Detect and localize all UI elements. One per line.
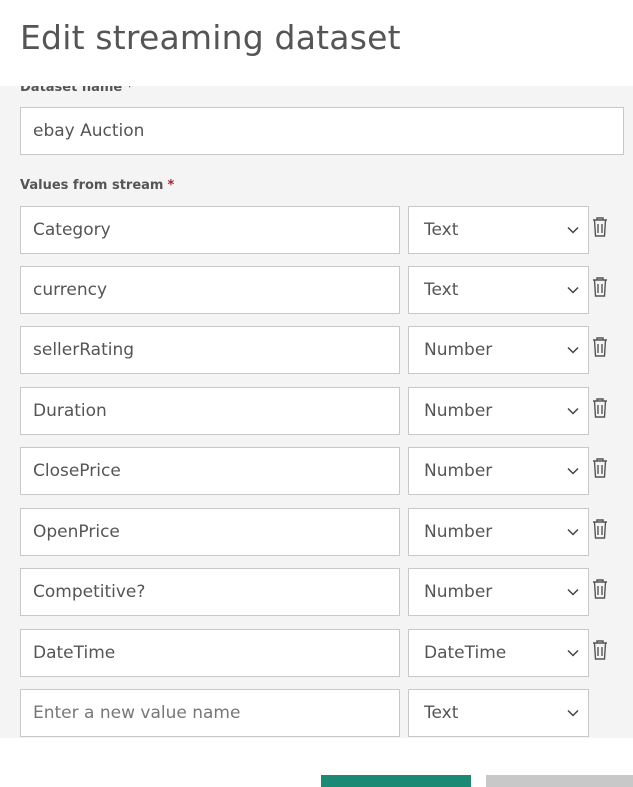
value-name-input[interactable] <box>20 629 400 677</box>
value-type-text: Text <box>424 280 459 300</box>
chevron-down-icon <box>567 286 579 294</box>
value-type-select[interactable]: Number <box>408 326 589 374</box>
dialog-header: Edit streaming dataset <box>0 0 633 86</box>
value-type-select[interactable]: Number <box>408 387 589 435</box>
trash-icon[interactable] <box>591 276 609 298</box>
dataset-name-input[interactable] <box>20 107 624 155</box>
chevron-down-icon <box>567 226 579 234</box>
trash-icon[interactable] <box>591 518 609 540</box>
value-row: Number <box>0 508 633 556</box>
value-name-input[interactable] <box>20 387 400 435</box>
value-type-select[interactable]: Number <box>408 508 589 556</box>
value-type-text: Number <box>424 582 493 602</box>
value-type-text: Text <box>424 220 459 240</box>
value-row: Number <box>0 387 633 435</box>
done-button[interactable] <box>321 775 471 787</box>
chevron-down-icon <box>567 588 579 596</box>
chevron-down-icon <box>567 649 579 657</box>
value-type-select[interactable]: Text <box>408 266 589 314</box>
trash-icon[interactable] <box>591 639 609 661</box>
value-row: DateTime <box>0 629 633 677</box>
value-type-text: Text <box>424 703 459 723</box>
value-type-text: Number <box>424 401 493 421</box>
value-row: Number <box>0 447 633 495</box>
value-type-text: Number <box>424 461 493 481</box>
trash-icon[interactable] <box>591 397 609 419</box>
value-type-text: DateTime <box>424 643 507 663</box>
dataset-name-label: Dataset name * <box>20 86 133 95</box>
new-value-row: Text <box>0 689 633 737</box>
trash-icon[interactable] <box>591 578 609 600</box>
values-label-text: Values from stream <box>20 178 164 193</box>
value-row: Number <box>0 568 633 616</box>
value-type-select[interactable]: DateTime <box>408 629 589 677</box>
required-marker: * <box>126 86 134 95</box>
trash-icon[interactable] <box>591 336 609 358</box>
chevron-down-icon <box>567 467 579 475</box>
required-marker: * <box>167 178 175 193</box>
form-body[interactable]: Dataset name* Values from stream* Text T… <box>0 86 633 738</box>
trash-icon[interactable] <box>591 216 609 238</box>
chevron-down-icon <box>567 709 579 717</box>
value-type-text: Number <box>424 340 493 360</box>
trash-icon[interactable] <box>591 457 609 479</box>
dialog-footer <box>0 738 633 787</box>
value-name-input[interactable] <box>20 568 400 616</box>
value-row: Text <box>0 266 633 314</box>
value-row: Text <box>0 206 633 254</box>
value-name-input[interactable] <box>20 447 400 495</box>
values-from-stream-label: Values from stream * <box>20 178 174 193</box>
value-name-input[interactable] <box>20 206 400 254</box>
chevron-down-icon <box>567 407 579 415</box>
new-value-type-select[interactable]: Text <box>408 689 589 737</box>
value-type-text: Number <box>424 522 493 542</box>
value-type-select[interactable]: Number <box>408 447 589 495</box>
value-type-select[interactable]: Text <box>408 206 589 254</box>
value-name-input[interactable] <box>20 508 400 556</box>
value-row: Number <box>0 326 633 374</box>
value-type-select[interactable]: Number <box>408 568 589 616</box>
dataset-name-label-text: Dataset name <box>20 86 123 95</box>
cancel-button[interactable] <box>486 775 633 787</box>
value-name-input[interactable] <box>20 266 400 314</box>
dialog-title: Edit streaming dataset <box>20 18 401 57</box>
chevron-down-icon <box>567 528 579 536</box>
chevron-down-icon <box>567 346 579 354</box>
value-name-input[interactable] <box>20 326 400 374</box>
new-value-name-input[interactable] <box>20 689 400 737</box>
